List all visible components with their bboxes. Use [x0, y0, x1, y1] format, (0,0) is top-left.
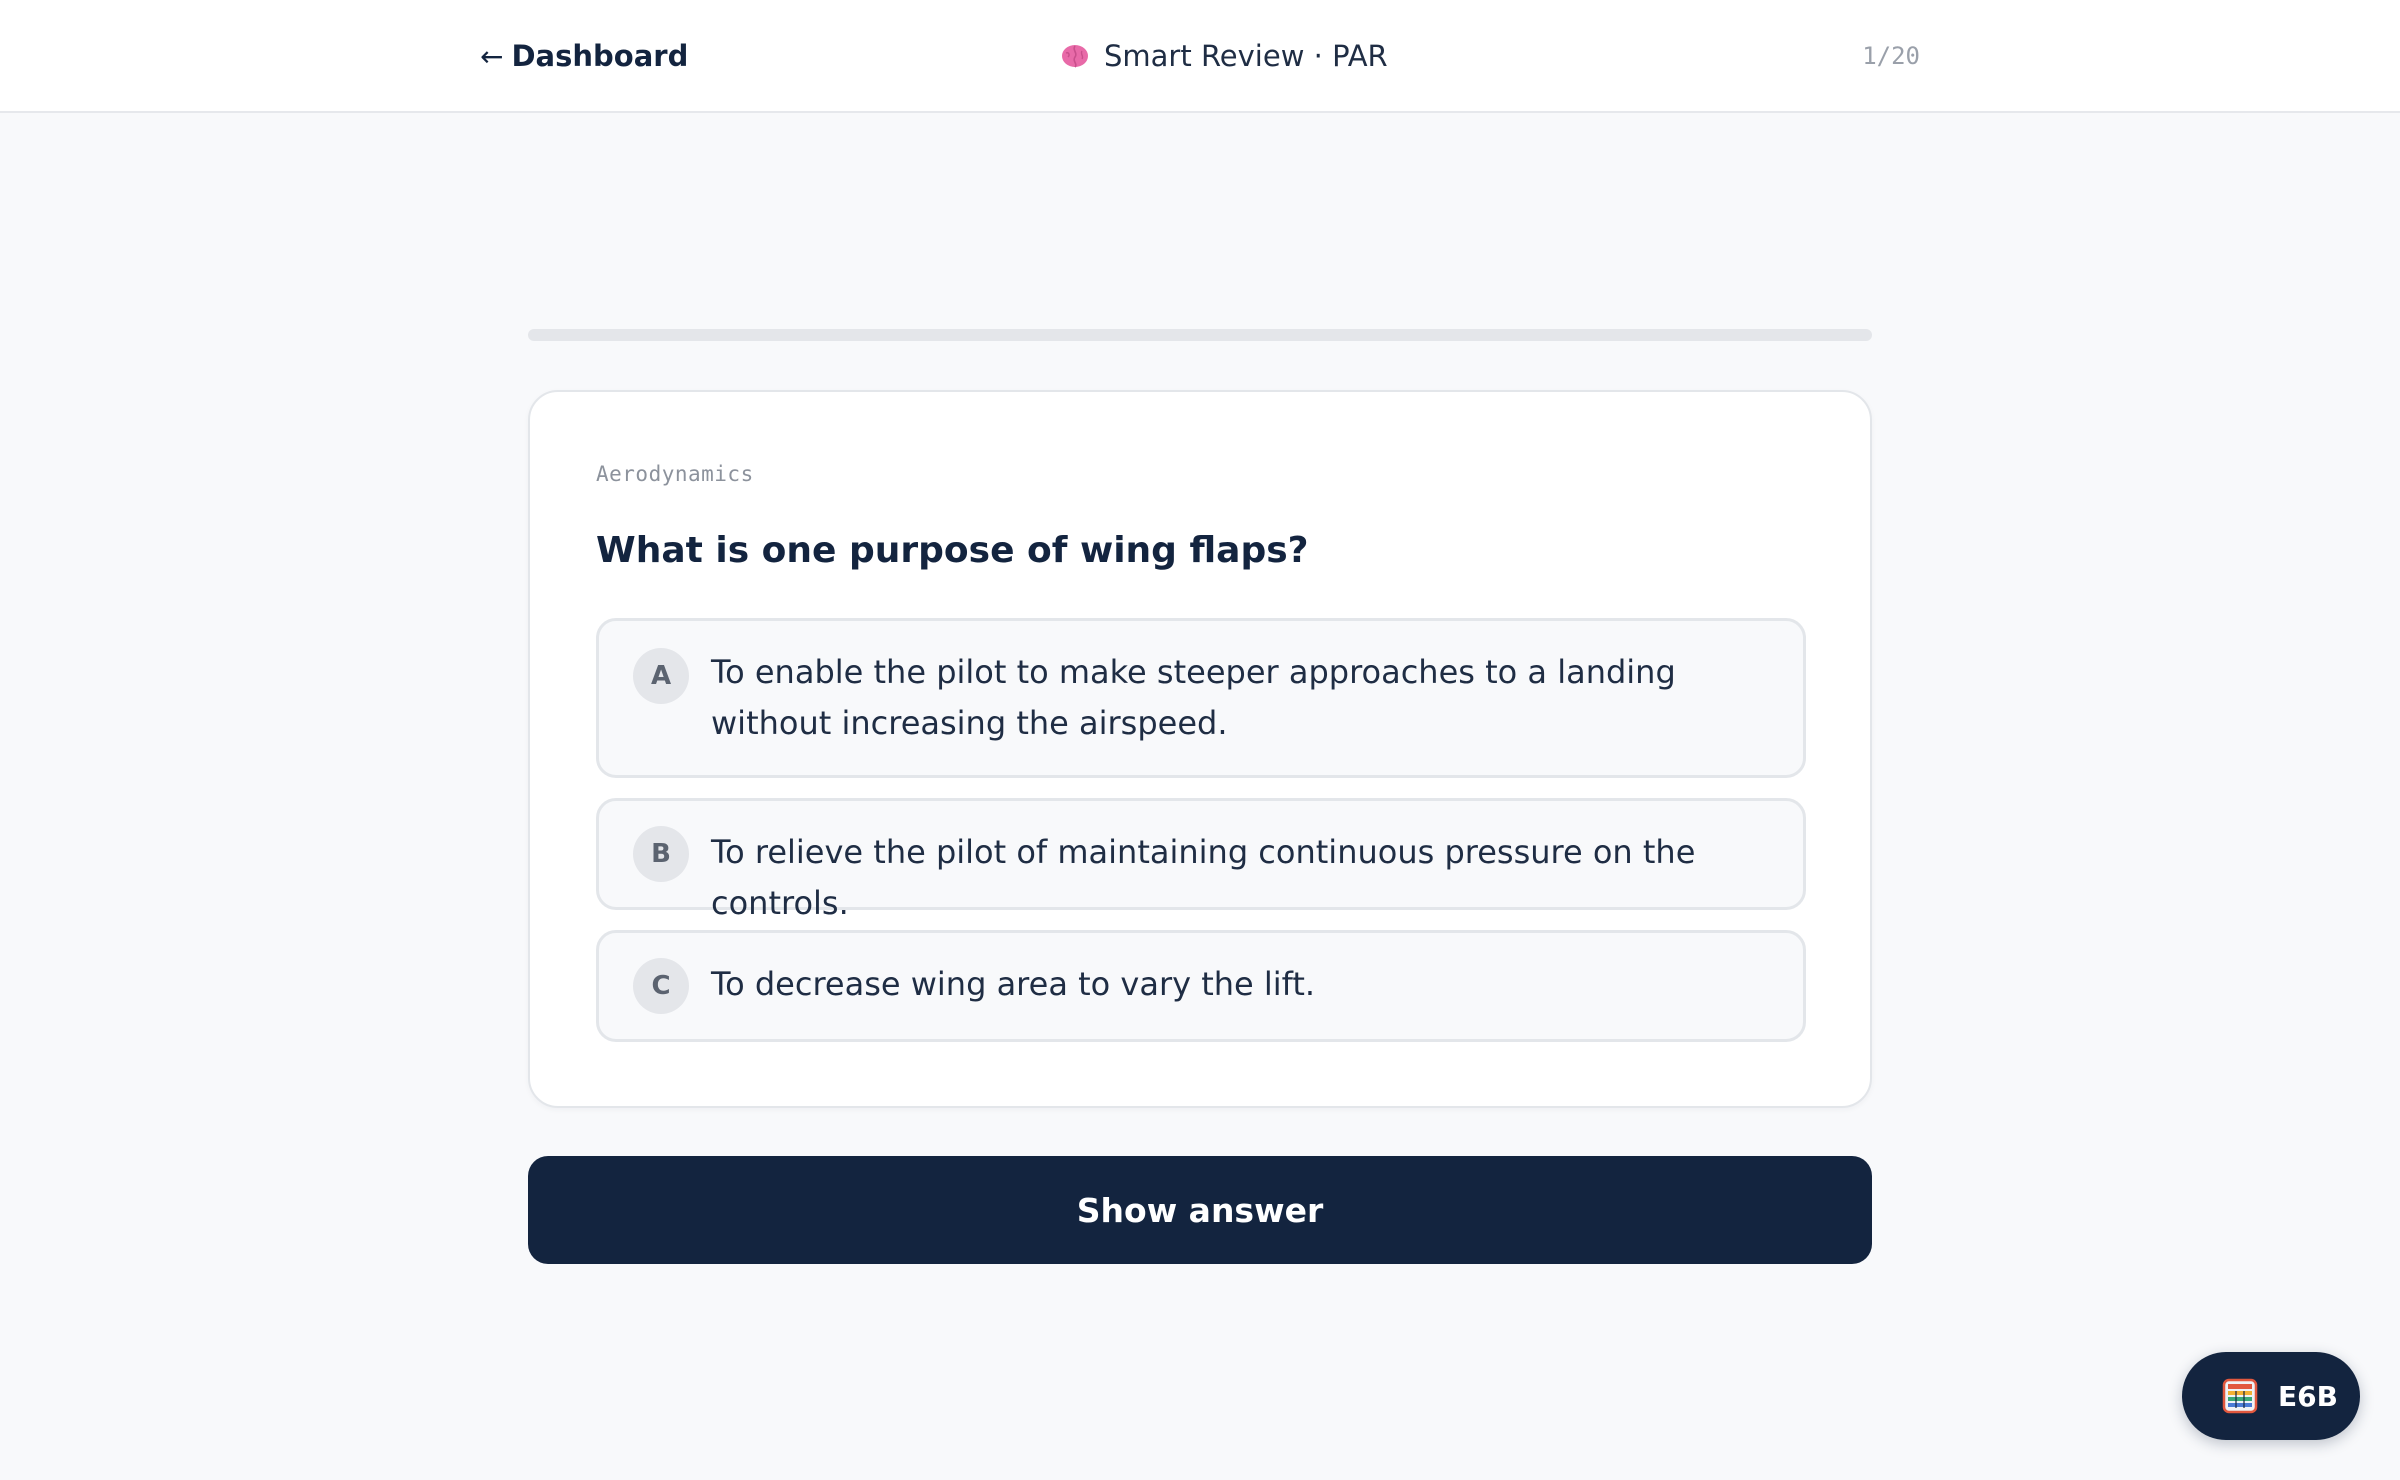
- page-title: Smart Review · PAR: [1060, 36, 1388, 76]
- brain-icon: [1062, 45, 1088, 68]
- top-bar: ← Dashboard Smart Review · PAR 1/20: [0, 0, 2400, 113]
- e6b-label: E6B: [2278, 1379, 2338, 1413]
- question-card: Aerodynamics What is one purpose of wing…: [528, 390, 1872, 1108]
- option-text: To relieve the pilot of maintaining cont…: [711, 833, 1696, 922]
- title-text: Smart Review · PAR: [1104, 39, 1388, 73]
- progress-bar: [528, 329, 1872, 341]
- option-text: To enable the pilot to make steeper appr…: [711, 653, 1676, 742]
- calculator-icon: [2222, 1378, 2258, 1414]
- option-letter-badge: B: [633, 826, 689, 882]
- back-arrow-icon: ←: [480, 39, 504, 73]
- show-answer-button[interactable]: Show answer: [528, 1156, 1872, 1264]
- question-category: Aerodynamics: [596, 462, 754, 486]
- option-text: To decrease wing area to vary the lift.: [711, 965, 1316, 1003]
- question-text: What is one purpose of wing flaps?: [596, 530, 1309, 571]
- back-to-dashboard-link[interactable]: ← Dashboard: [480, 36, 688, 76]
- question-counter: 1/20: [1862, 42, 1920, 70]
- option-letter-badge: C: [633, 958, 689, 1014]
- answer-option-c[interactable]: C To decrease wing area to vary the lift…: [596, 930, 1806, 1042]
- option-letter-badge: A: [633, 648, 689, 704]
- answer-option-b[interactable]: B To relieve the pilot of maintaining co…: [596, 798, 1806, 922]
- answer-option-a[interactable]: A To enable the pilot to make steeper ap…: [596, 618, 1806, 778]
- back-link-label: Dashboard: [511, 39, 689, 73]
- e6b-calculator-button[interactable]: E6B: [2182, 1352, 2360, 1440]
